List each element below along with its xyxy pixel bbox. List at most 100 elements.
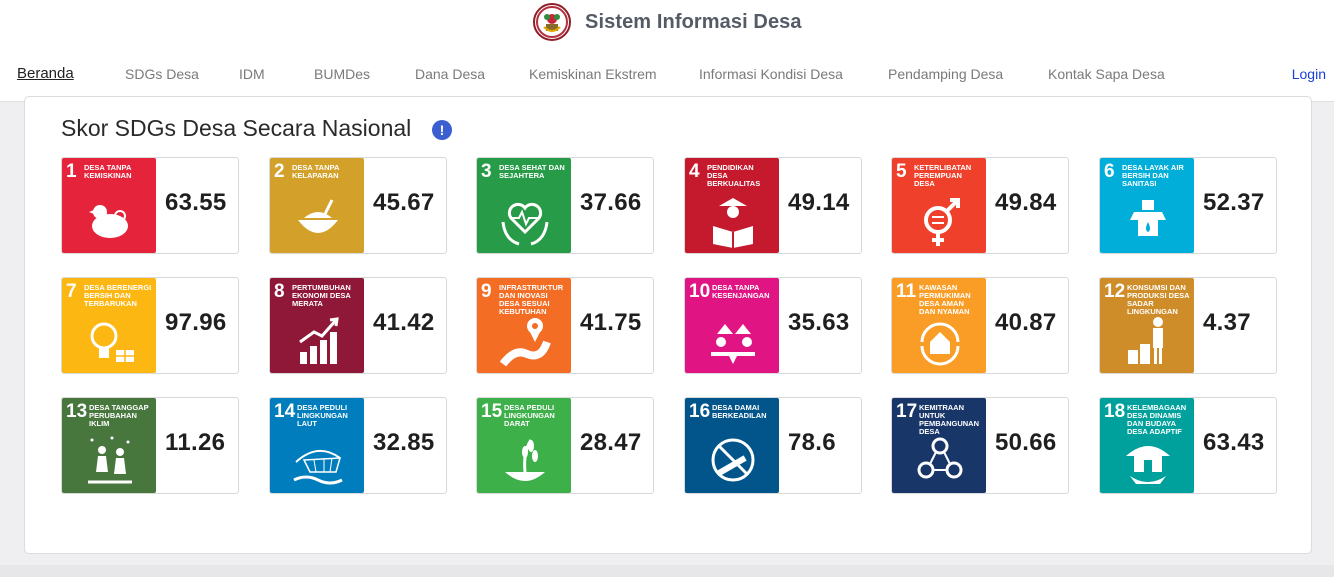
sdg-number: 2: [274, 161, 285, 182]
sdg-card-11[interactable]: 11 Kawasan Permukiman Desa Aman dan Nyama…: [891, 277, 1069, 374]
nav-kemiskinan-ekstrem[interactable]: Kemiskinan Ekstrem: [529, 66, 657, 82]
sdg-tile: 4 Pendidikan Desa Berkualitas: [685, 158, 779, 253]
sdg-number: 3: [481, 161, 492, 182]
sdg-label: Pendidikan Desa Berkualitas: [707, 163, 761, 188]
sdg-score: 28.47: [580, 429, 642, 456]
panel-title: Skor SDGs Desa Secara Nasional: [61, 115, 412, 141]
sdg-card-4[interactable]: 4 Pendidikan Desa Berkualitas 49.14: [684, 157, 862, 254]
sdg-label: Desa Tanggap Perubahan Iklim: [89, 403, 149, 428]
sdg-score: 63.43: [1203, 429, 1265, 456]
sdg-card-15[interactable]: 15 Desa Peduli Lingkungan Darat 28.47: [476, 397, 654, 494]
traditional-house-icon: [1120, 432, 1176, 488]
sdg-score: 63.55: [165, 189, 227, 216]
water-vessel-icon: [1120, 192, 1176, 248]
sdg-score: 45.67: [373, 189, 435, 216]
sdg-score: 50.66: [995, 429, 1057, 456]
bowl-icon: [290, 192, 346, 248]
sdg-number: 16: [689, 401, 711, 422]
page-footer-band: [0, 565, 1334, 577]
rain-people-icon: [82, 432, 138, 488]
sdg-score: 11.26: [165, 429, 226, 456]
sdg-number: 11: [896, 281, 917, 302]
sdg-tile: 14 Desa Peduli Lingkungan Laut: [270, 398, 364, 493]
nav-beranda[interactable]: Beranda: [17, 65, 74, 82]
sdg-tile: 6 Desa Layak Air Bersih dan Sanitasi: [1100, 158, 1194, 253]
sdg-number: 8: [274, 281, 285, 302]
sdg-label: Desa Peduli Lingkungan Laut: [297, 403, 348, 428]
sdg-tile: 5 Keterlibatan Perempuan Desa: [892, 158, 986, 253]
growth-chart-icon: [290, 312, 346, 368]
sdg-card-2[interactable]: 2 Desa Tanpa Kelaparan 45.67: [269, 157, 447, 254]
sdg-card-16[interactable]: 16 Desa Damai Berkeadilan 78.6: [684, 397, 862, 494]
farmer-icon: [1120, 312, 1176, 368]
nav-bumdes[interactable]: BUMDes: [314, 66, 370, 82]
sdg-card-6[interactable]: 6 Desa Layak Air Bersih dan Sanitasi 52.37: [1099, 157, 1277, 254]
sdg-score: 49.14: [788, 189, 850, 216]
sdg-number: 1: [66, 161, 77, 182]
top-header: Sistem Informasi Desa Beranda SDGs Desa …: [0, 0, 1334, 102]
sdg-card-1[interactable]: 1 Desa Tanpa Kemiskinan 63.55: [61, 157, 239, 254]
sdg-card-10[interactable]: 10 Desa Tanpa Kesenjangan 35.63: [684, 277, 862, 374]
sdg-number: 13: [66, 401, 88, 422]
sdg-label: Desa Tanpa Kelaparan: [292, 163, 340, 180]
nav-kontak-sapa-desa[interactable]: Kontak Sapa Desa: [1048, 66, 1165, 82]
sdg-tile: 2 Desa Tanpa Kelaparan: [270, 158, 364, 253]
hen-icon: [82, 192, 138, 248]
sdg-number: 5: [896, 161, 907, 182]
sdg-label: Desa Tanpa Kesenjangan: [712, 283, 770, 300]
sdg-number: 6: [1104, 161, 1115, 182]
rice-plant-icon: [497, 432, 553, 488]
sdg-card-5[interactable]: 5 Keterlibatan Perempuan Desa 49.84: [891, 157, 1069, 254]
sdg-card-9[interactable]: 9 Infrastruktur dan Inovasi Desa Sesuai K…: [476, 277, 654, 374]
sdg-number: 12: [1104, 281, 1126, 302]
sdg-card-18[interactable]: 18 Kelembagaan Desa Dinamis dan Budaya De…: [1099, 397, 1277, 494]
sdg-label: Pertumbuhan Ekonomi Desa Merata: [292, 283, 351, 308]
sdg-score: 49.84: [995, 189, 1057, 216]
network-people-icon: [912, 432, 968, 488]
nav-pendamping-desa[interactable]: Pendamping Desa: [888, 66, 1003, 82]
sdg-number: 15: [481, 401, 503, 422]
nav-sdgs-desa[interactable]: SDGs Desa: [125, 66, 199, 82]
sdg-score: 52.37: [1203, 189, 1265, 216]
nav-dana-desa[interactable]: Dana Desa: [415, 66, 485, 82]
sdg-tile: 13 Desa Tanggap Perubahan Iklim: [62, 398, 156, 493]
sdg-tile: 16 Desa Damai Berkeadilan: [685, 398, 779, 493]
balance-icon: [705, 312, 761, 368]
no-weapon-icon: [705, 432, 761, 488]
sdg-tile: 8 Pertumbuhan Ekonomi Desa Merata: [270, 278, 364, 373]
sdg-tile: 9 Infrastruktur dan Inovasi Desa Sesuai K…: [477, 278, 571, 373]
sdg-number: 9: [481, 281, 492, 302]
nav-informasi-kondisi-desa[interactable]: Informasi Kondisi Desa: [699, 66, 843, 82]
site-title: Sistem Informasi Desa: [585, 10, 802, 33]
sdg-tile: 7 Desa Berenergi Bersih dan Terbarukan: [62, 278, 156, 373]
sdg-number: 18: [1104, 401, 1126, 422]
info-icon[interactable]: !: [432, 120, 452, 140]
sdg-score: 37.66: [580, 189, 642, 216]
village-emblem-icon: [533, 3, 571, 41]
sdg-number: 7: [66, 281, 77, 302]
sdg-number: 17: [896, 401, 918, 422]
sdg-card-12[interactable]: 12 Konsumsi dan Produksi Desa Sadar Lingk…: [1099, 277, 1277, 374]
sdg-tile: 10 Desa Tanpa Kesenjangan: [685, 278, 779, 373]
sdg-score: 4.37: [1203, 309, 1251, 336]
sdg-tile: 3 Desa Sehat dan Sejahtera: [477, 158, 571, 253]
login-link[interactable]: Login: [1292, 66, 1326, 82]
sdg-tile: 11 Kawasan Permukiman Desa Aman dan Nyama…: [892, 278, 986, 373]
sdg-card-17[interactable]: 17 Kemitraan untuk Pembangunan Desa 50.66: [891, 397, 1069, 494]
lightbulb-icon: [82, 312, 138, 368]
sdg-card-7[interactable]: 7 Desa Berenergi Bersih dan Terbarukan 97.…: [61, 277, 239, 374]
sdg-score: 97.96: [165, 309, 227, 336]
sdg-label: Desa Damai Berkeadilan: [712, 403, 767, 420]
sdg-label: Keterlibatan Perempuan Desa: [914, 163, 972, 188]
sdg-number: 14: [274, 401, 296, 422]
house-cycle-icon: [912, 312, 968, 368]
brand[interactable]: Sistem Informasi Desa: [533, 2, 802, 42]
sdg-card-3[interactable]: 3 Desa Sehat dan Sejahtera 37.66: [476, 157, 654, 254]
sdg-tile: 17 Kemitraan untuk Pembangunan Desa: [892, 398, 986, 493]
sdg-card-14[interactable]: 14 Desa Peduli Lingkungan Laut 32.85: [269, 397, 447, 494]
sdg-score: 78.6: [788, 429, 836, 456]
sdg-card-8[interactable]: 8 Pertumbuhan Ekonomi Desa Merata 41.42: [269, 277, 447, 374]
sdg-tile: 15 Desa Peduli Lingkungan Darat: [477, 398, 571, 493]
sdg-card-13[interactable]: 13 Desa Tanggap Perubahan Iklim 11.26: [61, 397, 239, 494]
nav-idm[interactable]: IDM: [239, 66, 265, 82]
